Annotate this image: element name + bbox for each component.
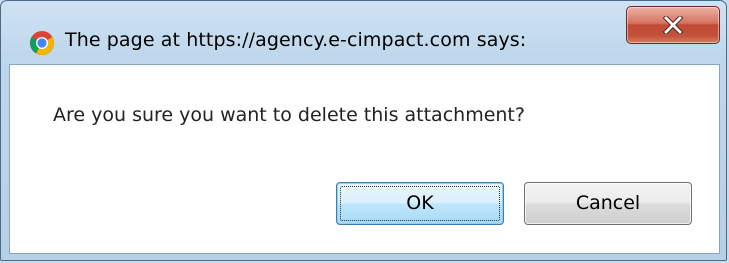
page: The page at https://agency.e-cimpact.com…: [0, 0, 729, 263]
chrome-icon: [29, 30, 55, 56]
ok-button-label: OK: [406, 192, 434, 214]
dialog-message: Are you sure you want to delete this att…: [53, 104, 525, 126]
dialog-title: The page at https://agency.e-cimpact.com…: [65, 29, 527, 51]
cancel-button[interactable]: Cancel: [524, 182, 692, 225]
close-button[interactable]: [626, 6, 720, 44]
dialog-titlebar: The page at https://agency.e-cimpact.com…: [1, 1, 728, 61]
alert-dialog-window: The page at https://agency.e-cimpact.com…: [0, 0, 727, 261]
dialog-content: Are you sure you want to delete this att…: [9, 64, 720, 254]
ok-button[interactable]: OK: [336, 182, 504, 225]
cancel-button-label: Cancel: [575, 192, 641, 214]
